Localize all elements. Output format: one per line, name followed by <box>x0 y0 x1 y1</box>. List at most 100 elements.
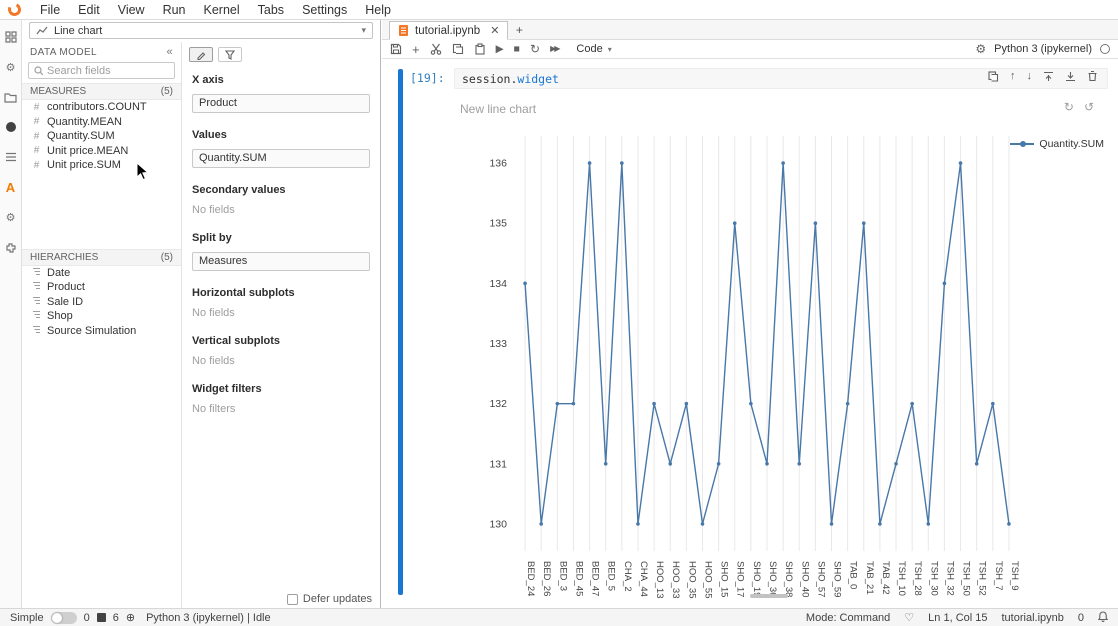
kernels-count[interactable]: 6 <box>113 612 119 624</box>
atoti-widget-panel: Line chart ▾ DATA MODEL « MEASURES (5) #… <box>22 20 381 608</box>
tools-icon[interactable]: ⚙ <box>4 60 18 74</box>
defer-updates-checkbox[interactable] <box>287 594 298 605</box>
svg-text:133: 133 <box>489 338 507 350</box>
run-cell-button[interactable]: ▶ <box>496 44 504 55</box>
svg-text:TSH_52: TSH_52 <box>977 561 988 596</box>
undo-refresh-icon[interactable]: ↺ <box>1084 100 1094 114</box>
files-icon[interactable] <box>4 90 18 104</box>
hierarchy-item[interactable]: Shop <box>22 309 181 324</box>
move-cell-down-button[interactable]: ↓ <box>1027 70 1033 82</box>
x-axis-field[interactable]: Product <box>192 94 370 113</box>
table-of-contents-icon[interactable] <box>4 150 18 164</box>
insert-cell-below-button[interactable] <box>1065 70 1076 82</box>
menu-kernel[interactable]: Kernel <box>195 3 249 17</box>
scroll-handle[interactable] <box>750 594 788 598</box>
search-fields-input[interactable] <box>47 65 169 77</box>
svg-text:HOO_55: HOO_55 <box>702 561 713 599</box>
terminals-count[interactable]: 0 <box>84 612 90 624</box>
menu-view[interactable]: View <box>109 3 154 17</box>
menu-file[interactable]: File <box>31 3 69 17</box>
horizontal-subplots-field[interactable]: No fields <box>192 307 370 319</box>
duplicate-cell-button[interactable] <box>988 70 999 82</box>
measure-item[interactable]: #Quantity.MEAN <box>22 115 181 130</box>
edit-tab[interactable] <box>189 47 213 62</box>
svg-text:SHO_38: SHO_38 <box>783 561 794 597</box>
values-label: Values <box>192 129 370 141</box>
filter-tab[interactable] <box>218 47 242 62</box>
simple-mode-toggle[interactable] <box>51 612 77 624</box>
measure-icon: # <box>32 116 41 127</box>
widgets-icon[interactable] <box>4 30 18 44</box>
restart-run-all-button[interactable]: ▶▶ <box>550 45 558 53</box>
kernel-status-text[interactable]: Python 3 (ipykernel) | Idle <box>146 612 271 624</box>
refresh-icon[interactable]: ↻ <box>1064 100 1074 114</box>
cell-type-value: Code <box>576 43 602 55</box>
atoti-icon[interactable]: A <box>4 180 18 194</box>
extensions-icon[interactable] <box>4 240 18 254</box>
vertical-subplots-field[interactable]: No fields <box>192 355 370 367</box>
widget-filters-field[interactable]: No filters <box>192 403 370 415</box>
svg-text:TSH_7: TSH_7 <box>993 561 1004 591</box>
property-inspector-icon[interactable]: ⚙ <box>4 210 18 224</box>
running-sessions-icon[interactable] <box>4 120 18 134</box>
save-button[interactable] <box>390 43 402 55</box>
add-cell-button[interactable]: + <box>412 43 420 56</box>
measure-item[interactable]: #Unit price.MEAN <box>22 144 181 159</box>
kernel-status-icon[interactable] <box>1100 44 1110 54</box>
collapse-panel-icon[interactable]: « <box>166 46 173 58</box>
secondary-values-field[interactable]: No fields <box>192 204 370 216</box>
menu-help[interactable]: Help <box>356 3 400 17</box>
restart-kernel-button[interactable]: ↻ <box>530 43 540 55</box>
kernel-name[interactable]: Python 3 (ipykernel) <box>994 43 1092 55</box>
menu-edit[interactable]: Edit <box>69 3 109 17</box>
svg-text:BED_5: BED_5 <box>606 561 617 591</box>
values-field[interactable]: Quantity.SUM <box>192 149 370 168</box>
line-chart[interactable]: BED_24BED_26BED_3BED_45BED_47BED_5CHA_2C… <box>410 118 1108 608</box>
insert-cell-above-button[interactable] <box>1043 70 1054 82</box>
delete-cell-button[interactable] <box>1087 70 1098 82</box>
widget-type-value: Line chart <box>54 25 102 37</box>
command-mode-indicator[interactable]: Mode: Command <box>806 612 890 624</box>
document-tab-bar: tutorial.ipynb ✕ + <box>382 20 1118 40</box>
hierarchy-icon <box>32 310 41 322</box>
notifications-count[interactable]: 0 <box>1078 612 1084 624</box>
svg-text:SHO_17: SHO_17 <box>735 561 746 597</box>
hierarchy-item[interactable]: Sale ID <box>22 295 181 310</box>
bell-icon[interactable] <box>1098 611 1108 625</box>
close-tab-icon[interactable]: ✕ <box>490 24 499 37</box>
svg-text:TSH_10: TSH_10 <box>896 561 907 596</box>
tab-tutorial-ipynb[interactable]: tutorial.ipynb ✕ <box>389 21 508 40</box>
menu-run[interactable]: Run <box>154 3 195 17</box>
move-cell-up-button[interactable]: ↑ <box>1010 70 1016 82</box>
menu-settings[interactable]: Settings <box>293 3 356 17</box>
svg-text:CHA_44: CHA_44 <box>638 561 649 597</box>
hierarchies-header[interactable]: HIERARCHIES (5) <box>22 249 181 266</box>
cell-type-select[interactable]: Code ▾ <box>576 43 611 55</box>
toolbar-settings-icon[interactable]: ⚙ <box>975 43 986 55</box>
interrupt-kernel-button[interactable]: ■ <box>514 44 520 55</box>
cursor-position[interactable]: Ln 1, Col 15 <box>928 612 987 624</box>
measure-item[interactable]: #contributors.COUNT <box>22 100 181 115</box>
tab-title: tutorial.ipynb <box>415 25 480 37</box>
split-by-field[interactable]: Measures <box>192 252 370 271</box>
hierarchy-item[interactable]: Source Simulation <box>22 324 181 339</box>
measures-header[interactable]: MEASURES (5) <box>22 83 181 100</box>
selected-cell-indicator[interactable] <box>398 69 403 595</box>
measure-item[interactable]: #Unit price.SUM <box>22 158 181 173</box>
widget-type-select[interactable]: Line chart ▾ <box>29 22 373 39</box>
measure-item[interactable]: #Quantity.SUM <box>22 129 181 144</box>
menu-tabs[interactable]: Tabs <box>249 3 293 17</box>
svg-text:SHO_15: SHO_15 <box>719 561 730 597</box>
hierarchy-item[interactable]: Product <box>22 280 181 295</box>
line-chart-svg: BED_24BED_26BED_3BED_45BED_47BED_5CHA_2C… <box>410 118 1118 606</box>
data-model-panel: DATA MODEL « MEASURES (5) #contributors.… <box>22 42 182 608</box>
svg-text:BED_3: BED_3 <box>557 561 568 591</box>
paste-cells-button[interactable] <box>474 43 486 55</box>
cut-cells-button[interactable] <box>430 43 442 55</box>
chart-legend[interactable]: Quantity.SUM <box>1010 138 1104 150</box>
copy-cells-button[interactable] <box>452 43 464 55</box>
search-fields-box[interactable] <box>28 62 175 79</box>
new-tab-button[interactable]: + <box>508 21 530 39</box>
hierarchy-item[interactable]: Date <box>22 266 181 281</box>
svg-text:TSH_32: TSH_32 <box>944 561 955 596</box>
